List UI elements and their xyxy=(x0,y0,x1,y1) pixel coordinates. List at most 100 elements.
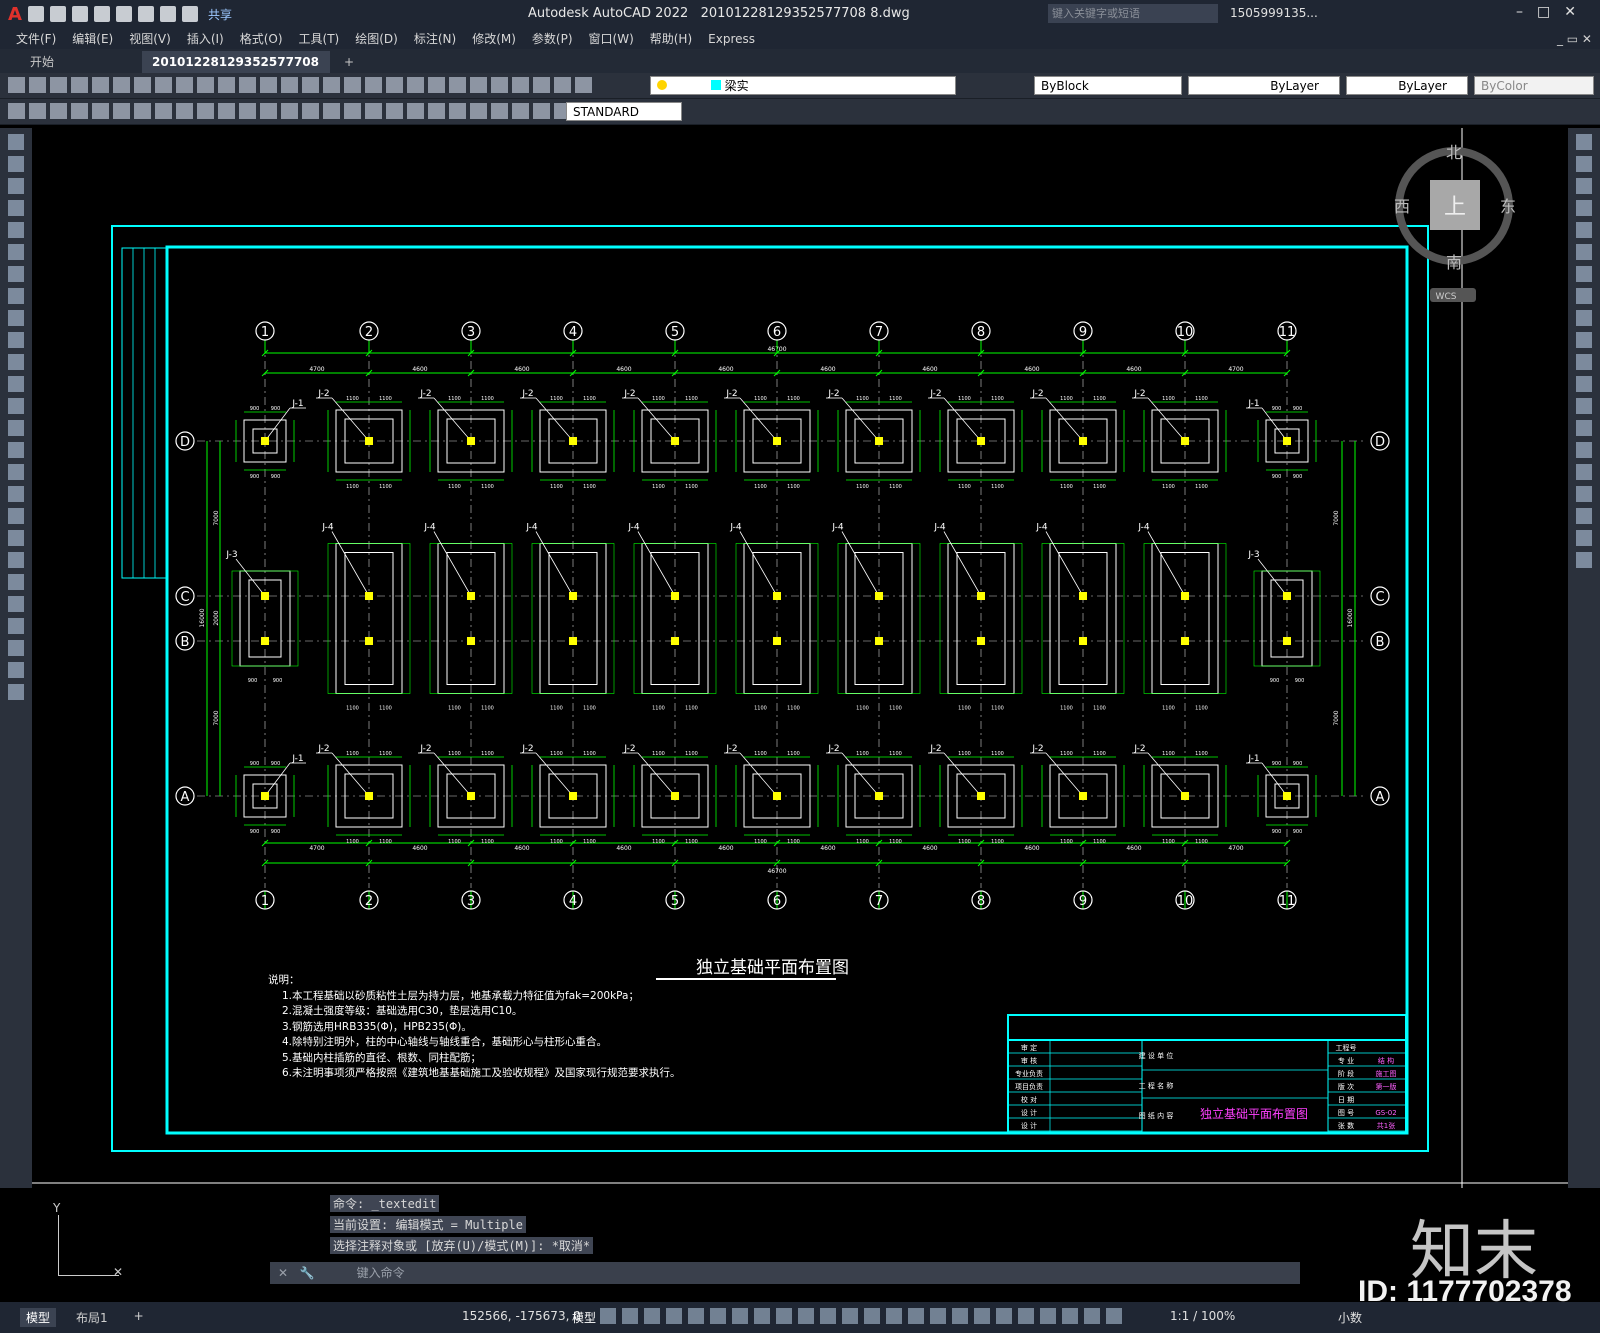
modify-tool-icon[interactable] xyxy=(1576,552,1592,568)
draw-tool-icon[interactable] xyxy=(8,442,24,458)
status-toggle-icon[interactable] xyxy=(622,1308,638,1324)
toolbar-tool-icon[interactable] xyxy=(323,103,340,119)
share-button[interactable]: 共享 xyxy=(208,6,232,23)
status-toggle-icon[interactable] xyxy=(600,1308,616,1324)
color-dropdown[interactable]: ByBlock xyxy=(1034,76,1182,95)
cad-drawing[interactable]: 46700 4700 4600 4600 4600 4600 4600 4600 4600 460… xyxy=(32,128,1568,1188)
toolbar-tool-icon[interactable] xyxy=(92,77,109,93)
status-toggle-icon[interactable] xyxy=(688,1308,704,1324)
toolbar-tool-icon[interactable] xyxy=(92,103,109,119)
wrench-icon[interactable]: 🔧 xyxy=(300,1266,315,1280)
modify-tool-icon[interactable] xyxy=(1576,486,1592,502)
draw-tool-icon[interactable] xyxy=(8,618,24,634)
toolbar-tool-icon[interactable] xyxy=(449,103,466,119)
draw-tool-icon[interactable] xyxy=(8,200,24,216)
status-toggle-icon[interactable] xyxy=(996,1308,1012,1324)
toolbar-tool-icon[interactable] xyxy=(197,77,214,93)
status-toggle-icon[interactable] xyxy=(886,1308,902,1324)
save-as-icon[interactable] xyxy=(93,6,110,22)
close-icon[interactable]: ✕ xyxy=(278,1266,288,1280)
tab-drawing[interactable]: 20101228129352577708 8* ✕ xyxy=(142,51,330,91)
toolbar-tool-icon[interactable] xyxy=(407,77,424,93)
toolbar-tool-icon[interactable] xyxy=(512,103,529,119)
draw-tool-icon[interactable] xyxy=(8,244,24,260)
modify-tool-icon[interactable] xyxy=(1576,288,1592,304)
menu-item[interactable]: 视图(V) xyxy=(129,30,171,47)
modify-tool-icon[interactable] xyxy=(1576,200,1592,216)
textstyle-dropdown[interactable]: STANDARD xyxy=(566,102,682,121)
toolbar-tool-icon[interactable] xyxy=(470,103,487,119)
status-toggle-icon[interactable] xyxy=(820,1308,836,1324)
save-icon[interactable] xyxy=(71,6,88,22)
modify-tool-icon[interactable] xyxy=(1576,244,1592,260)
toolbar-tool-icon[interactable] xyxy=(218,103,235,119)
status-toggle-icon[interactable] xyxy=(974,1308,990,1324)
toolbar-tool-icon[interactable] xyxy=(260,77,277,93)
window-controls[interactable]: –□✕ xyxy=(1516,4,1590,20)
draw-tool-icon[interactable] xyxy=(8,222,24,238)
menu-item[interactable]: 帮助(H) xyxy=(650,30,692,47)
new-icon[interactable] xyxy=(27,6,44,22)
status-toggle-icon[interactable] xyxy=(776,1308,792,1324)
layout-tab[interactable]: + xyxy=(128,1308,150,1327)
status-toggle-icon[interactable] xyxy=(864,1308,880,1324)
menu-item[interactable]: 格式(O) xyxy=(240,30,283,47)
linetype-dropdown[interactable]: ByLayer xyxy=(1188,76,1340,95)
draw-tool-icon[interactable] xyxy=(8,332,24,348)
toolbar-tool-icon[interactable] xyxy=(344,77,361,93)
toolbar-tool-icon[interactable] xyxy=(239,103,256,119)
mdi-controls[interactable]: _ ▭ ✕ xyxy=(1557,32,1592,46)
layer-dropdown[interactable]: 梁实 xyxy=(650,76,956,95)
toolbar-tool-icon[interactable] xyxy=(197,103,214,119)
modify-tool-icon[interactable] xyxy=(1576,354,1592,370)
draw-tool-icon[interactable] xyxy=(8,420,24,436)
annotation-scale[interactable]: 1:1 / 100% xyxy=(1170,1309,1235,1323)
modify-tool-icon[interactable] xyxy=(1576,376,1592,392)
menu-item[interactable]: 修改(M) xyxy=(472,30,516,47)
modify-tool-icon[interactable] xyxy=(1576,332,1592,348)
modify-tool-icon[interactable] xyxy=(1576,464,1592,480)
toolbar-tool-icon[interactable] xyxy=(554,77,571,93)
toolbar-tool-icon[interactable] xyxy=(533,77,550,93)
draw-tool-icon[interactable] xyxy=(8,398,24,414)
status-toggle-icon[interactable] xyxy=(798,1308,814,1324)
toolbar-tool-icon[interactable] xyxy=(470,77,487,93)
status-toggle-icon[interactable] xyxy=(644,1308,660,1324)
plot-icon[interactable] xyxy=(137,6,154,22)
command-input[interactable]: 键入命令 xyxy=(357,1266,405,1280)
draw-tool-icon[interactable] xyxy=(8,464,24,480)
open-icon[interactable] xyxy=(49,6,66,22)
plotstyle-dropdown[interactable]: ByColor xyxy=(1474,76,1594,95)
modify-tool-icon[interactable] xyxy=(1576,508,1592,524)
toolbar-tool-icon[interactable] xyxy=(134,77,151,93)
autocad-logo-icon[interactable]: A xyxy=(8,4,22,25)
toolbar-tool-icon[interactable] xyxy=(281,77,298,93)
draw-tool-icon[interactable] xyxy=(8,640,24,656)
toolbar-tool-icon[interactable] xyxy=(155,77,172,93)
toolbar-tool-icon[interactable] xyxy=(491,103,508,119)
tab-start[interactable]: 开始 xyxy=(20,51,64,73)
status-toggle-icon[interactable] xyxy=(754,1308,770,1324)
toolbar-tool-icon[interactable] xyxy=(29,77,46,93)
units-display[interactable]: 小数 xyxy=(1338,1309,1362,1326)
status-toggle-icon[interactable] xyxy=(666,1308,682,1324)
toolbar-tool-icon[interactable] xyxy=(8,103,25,119)
toolbar-tool-icon[interactable] xyxy=(71,77,88,93)
menu-item[interactable]: 窗口(W) xyxy=(589,30,634,47)
draw-tool-icon[interactable] xyxy=(8,530,24,546)
menu-item[interactable]: 插入(I) xyxy=(187,30,224,47)
status-toggle-icon[interactable] xyxy=(952,1308,968,1324)
user-account[interactable]: 1505999135... xyxy=(1230,6,1318,20)
modify-tool-icon[interactable] xyxy=(1576,398,1592,414)
toolbar-tool-icon[interactable] xyxy=(50,103,67,119)
toolbar-tool-icon[interactable] xyxy=(428,103,445,119)
modify-tool-icon[interactable] xyxy=(1576,310,1592,326)
toolbar-tool-icon[interactable] xyxy=(386,103,403,119)
status-toggle-icon[interactable] xyxy=(1084,1308,1100,1324)
toolbar-tool-icon[interactable] xyxy=(218,77,235,93)
toolbar-tool-icon[interactable] xyxy=(575,77,592,93)
draw-tool-icon[interactable] xyxy=(8,354,24,370)
menu-item[interactable]: 工具(T) xyxy=(299,30,340,47)
toolbar-tool-icon[interactable] xyxy=(491,77,508,93)
menu-item[interactable]: 绘图(D) xyxy=(355,30,398,47)
